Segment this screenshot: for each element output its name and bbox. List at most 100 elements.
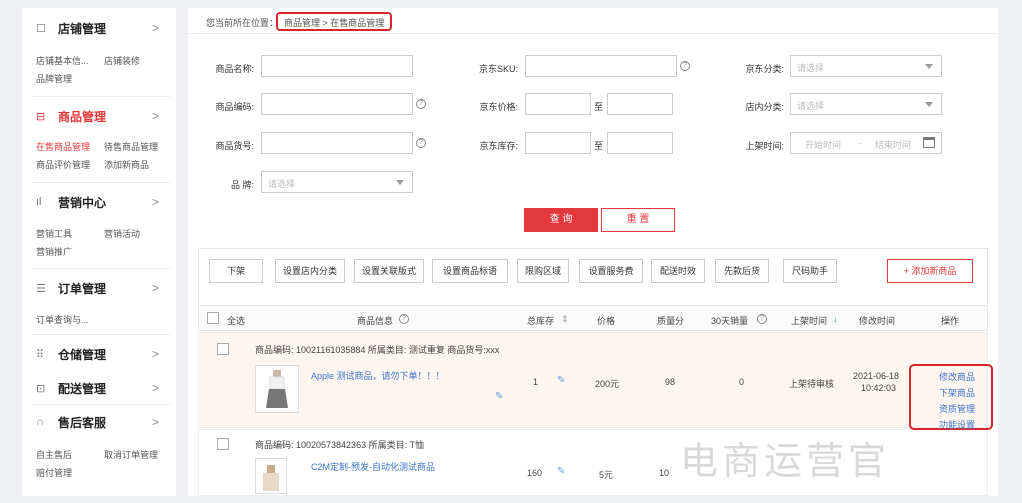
stock-value: 160 [527,468,543,478]
select-placeholder: 请选择 [268,179,296,189]
price-min-input[interactable] [525,93,591,115]
th-modified-time: 修改时间 [859,316,896,326]
divider [32,182,170,183]
add-product-button[interactable]: + 添加新商品 [887,259,973,283]
product-name-link[interactable]: C2M定制-预发-自动化测试商品 [311,460,435,473]
sidebar-section-title: 售后客服 [58,415,107,430]
sidebar-item-marketing-tools[interactable]: 营销工具 [36,227,72,240]
sidebar-item-shop-info[interactable]: 店铺基本信... [36,54,89,67]
select-all-checkbox[interactable] [207,312,219,324]
jd-sku-input[interactable] [525,55,677,77]
sidebar-item-cancel-orders[interactable]: 取消订单管理 [104,448,158,461]
row-checkbox[interactable] [217,438,229,450]
range-separator: 至 [594,102,604,112]
set-related-layout-button[interactable]: 设置关联版式 [354,259,424,283]
th-listing-time[interactable]: 上架时间 [791,314,827,327]
jd-category-select[interactable]: 请选择 [790,55,942,77]
help-icon: ? [416,138,426,148]
edit-name-icon[interactable]: ✎ [495,391,503,402]
pay-first-button[interactable]: 先款后货 [715,259,769,283]
help-icon: ? [399,314,409,324]
sidebar-item-self-aftersales[interactable]: 自主售后 [36,448,72,461]
th-total-stock[interactable]: 总库存 [527,314,554,327]
breadcrumb-path[interactable]: 商品管理 > 在售商品管理 [276,12,393,31]
set-slogan-button[interactable]: 设置商品标语 [432,259,508,283]
brand-select[interactable]: 请选择 [261,171,413,193]
sidebar-section-title: 订单管理 [58,281,107,296]
shop-category-select[interactable]: 请选择 [790,93,942,115]
shop-icon: ☐ [36,22,46,35]
sidebar-item-brand[interactable]: 品牌管理 [36,72,72,85]
function-settings-link[interactable]: 功能设置 [939,418,975,431]
grid-icon: ⠿ [36,348,45,361]
sort-icon[interactable]: ⇕ [561,314,569,325]
delist-product-link[interactable]: 下架商品 [939,386,975,399]
sidebar-item-pending[interactable]: 待售商品管理 [104,140,158,153]
product-code-input[interactable] [261,93,413,115]
qualification-link[interactable]: 资质管理 [939,402,975,415]
sort-down-icon[interactable]: ↓ [833,314,838,324]
sidebar-item-order-query[interactable]: 订单查询与... [36,313,89,326]
delist-button[interactable]: 下架 [209,259,263,283]
sidebar-item-shop-decor[interactable]: 店铺装修 [104,54,140,67]
sidebar-section-warehouse[interactable]: ⠿ 仓储管理 > [22,340,177,368]
set-shop-category-button[interactable]: 设置店内分类 [275,259,345,283]
th-sales-30d: 30天销量 [711,316,749,326]
sidebar-item-compensation[interactable]: 赔付管理 [36,466,72,479]
sidebar-section-shop[interactable]: ☐ 店铺管理 > [22,14,177,42]
sidebar-section-orders[interactable]: ☰ 订单管理 > [22,274,177,302]
sidebar-section-marketing[interactable]: ıl 营销中心 > [22,188,177,216]
calendar-icon [923,137,935,148]
sidebar-item-promotion[interactable]: 营销推广 [36,245,72,258]
label-brand: 品 牌: [230,180,254,190]
sidebar-section-title: 店铺管理 [58,21,107,36]
label-listing-time: 上架时间: [745,141,784,151]
headset-icon: ∩ [36,416,44,428]
operations-highlight: 修改商品 下架商品 资质管理 功能设置 [909,364,993,430]
help-icon: ? [680,61,690,71]
size-helper-button[interactable]: 尺码助手 [783,259,837,283]
product-name-input[interactable] [261,55,413,77]
service-fee-button[interactable]: 设置服务费 [579,259,643,283]
table-row: 商品编码: 10021161035884 所属类目: 测试重复 商品货号:xxx… [198,332,988,428]
chevron-right-icon: > [151,195,159,209]
label-product-number: 商品货号: [215,141,254,151]
stock-value: 1 [533,377,539,387]
edit-product-link[interactable]: 修改商品 [939,370,975,383]
quality-value: 10 [659,468,670,478]
modified-time: 10:42:03 [861,383,897,393]
app-frame: ☐ 店铺管理 > 店铺基本信... 店铺装修 品牌管理 ⊟ 商品管理 > 在售商… [0,0,1022,503]
delivery-time-button[interactable]: 配送时效 [651,259,705,283]
sidebar-item-add-product[interactable]: 添加新商品 [104,158,149,171]
end-time-placeholder: 结束时间 [875,140,912,150]
sidebar-item-marketing-events[interactable]: 营销活动 [104,227,140,240]
breadcrumb-prefix: 您当前所在位置： [206,18,279,28]
sidebar-section-aftersales[interactable]: ∩ 售后客服 > [22,408,177,436]
label-jd-stock: 京东库存: [479,141,518,151]
price-max-input[interactable] [607,93,673,115]
sidebar-section-products[interactable]: ⊟ 商品管理 > [22,102,177,130]
chevron-right-icon: > [151,415,159,429]
truck-icon: ⊡ [36,382,46,395]
sidebar-section-delivery[interactable]: ⊡ 配送管理 > [22,374,177,402]
stock-min-input[interactable] [525,132,591,154]
row-checkbox[interactable] [217,343,229,355]
breadcrumb: 您当前所在位置： 商品管理 > 在售商品管理 [188,8,998,34]
order-icon: ☰ [36,282,46,295]
sidebar-item-on-sale[interactable]: 在售商品管理 [36,140,90,153]
product-name-link[interactable]: Apple 测试商品，请勿下单！！！ [311,369,445,382]
edit-stock-icon[interactable]: ✎ [557,375,565,386]
stock-max-input[interactable] [607,132,673,154]
range-separator: 至 [594,141,604,151]
sidebar-item-reviews[interactable]: 商品评价管理 [36,158,90,171]
edit-stock-icon[interactable]: ✎ [557,466,565,477]
reset-button[interactable]: 重 置 [601,208,675,232]
listing-time-range[interactable]: 开始时间 - 结束时间 [790,132,942,154]
bulk-toolbar: 下架 设置店内分类 设置关联版式 设置商品标语 限购区域 设置服务费 配送时效 … [198,248,988,304]
price-value: 5元 [599,470,614,480]
th-price: 价格 [597,316,616,326]
purchase-limit-button[interactable]: 限购区域 [517,259,569,283]
product-number-input[interactable] [261,132,413,154]
query-button[interactable]: 查 询 [524,208,598,232]
watermark: 电商运营官 [680,439,891,483]
